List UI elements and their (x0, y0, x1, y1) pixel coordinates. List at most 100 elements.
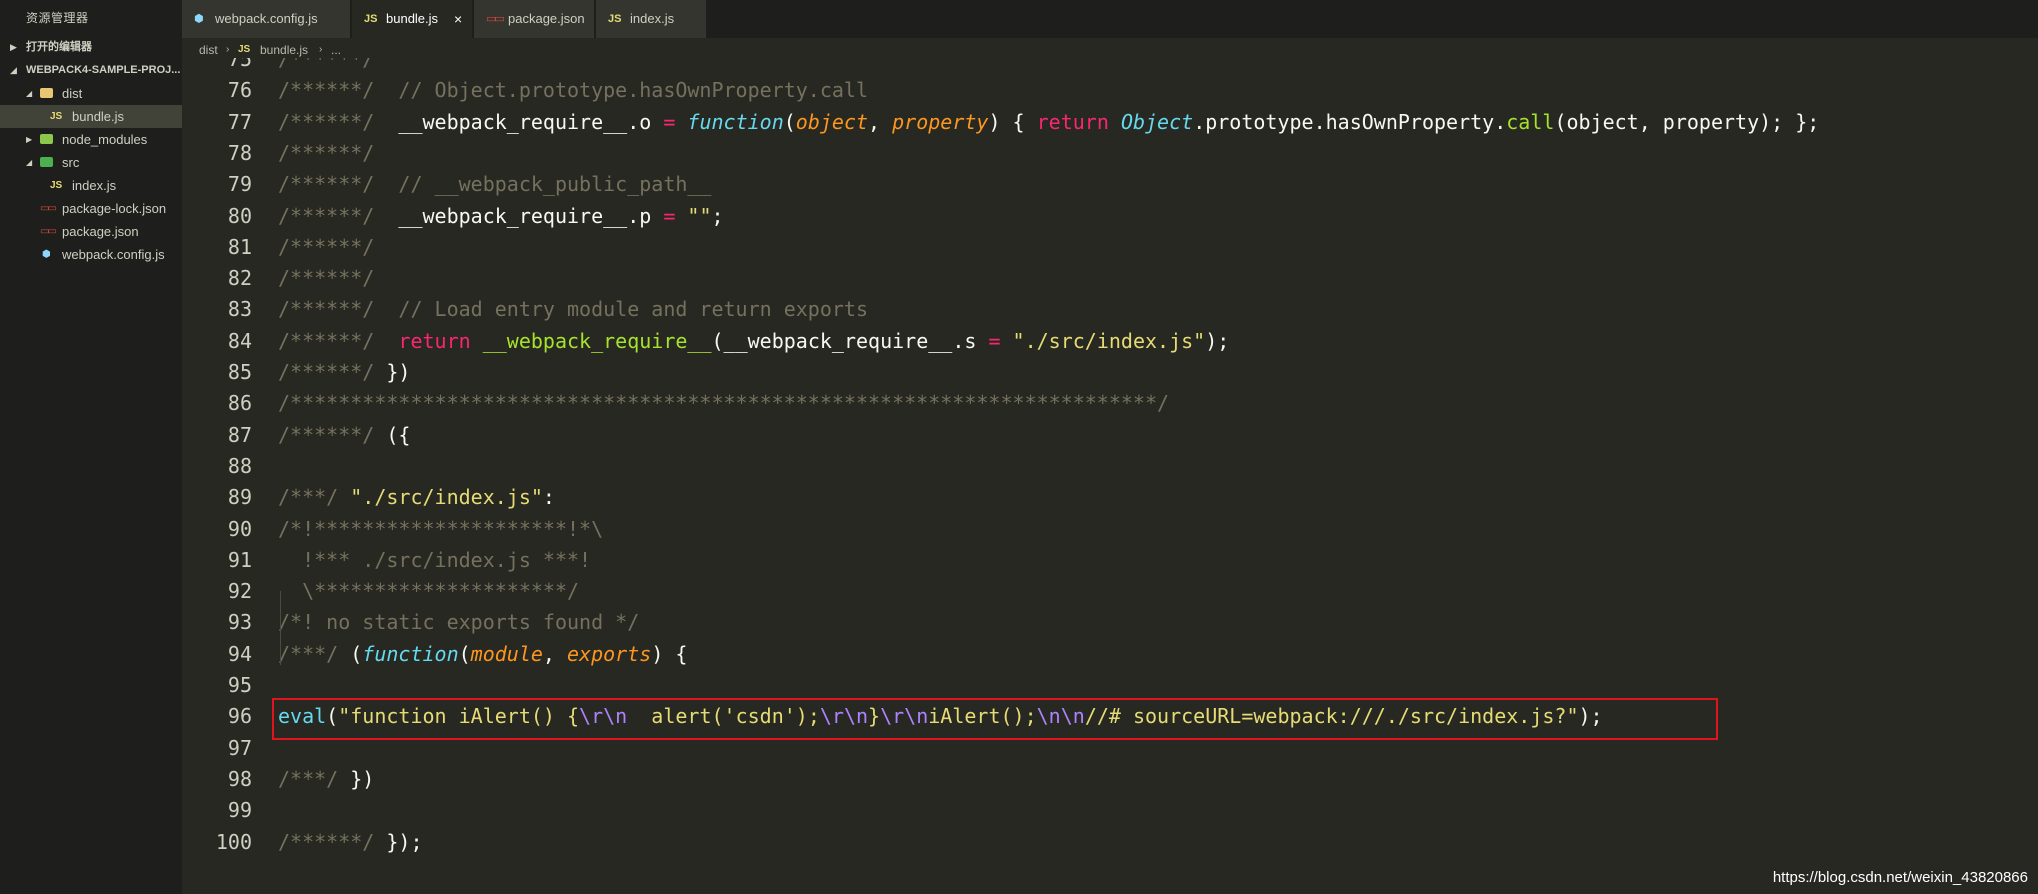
code-text: /******/ (278, 232, 374, 263)
tab-bundle-js[interactable]: JS bundle.js × (352, 0, 472, 38)
js-file-icon: JS (50, 111, 63, 122)
tab-bar: ⬢ webpack.config.js JS bundle.js × ▭▭ pa… (182, 0, 2038, 38)
code-token: /***************************************… (278, 391, 1170, 416)
tree-item-label: dist (62, 86, 83, 101)
code-token: ) { (988, 109, 1037, 134)
code-token: : (542, 485, 555, 510)
code-text: /*!*********************!*\ (278, 514, 603, 545)
code-text: /******/ return __webpack_require__(__we… (278, 326, 1229, 357)
code-line[interactable]: 80 /******/ __webpack_require__.p = ""; (182, 201, 2038, 232)
code-line[interactable]: 86 /*************************************… (182, 388, 2038, 419)
code-line[interactable]: 93 /*! no static exports found */ (182, 607, 2038, 638)
line-number: 81 (227, 234, 252, 259)
code-token: /******/ (278, 360, 387, 384)
code-text: /******/ (278, 263, 374, 294)
tab-package-json[interactable]: ▭▭ package.json (474, 0, 594, 38)
tab-label: index.js (630, 11, 675, 26)
tree-item-index-js[interactable]: JS index.js (0, 174, 182, 197)
tree-item-bundle-js[interactable]: JS bundle.js (0, 105, 182, 128)
code-text: /******/ }) (278, 357, 410, 388)
code-line[interactable]: 78 /******/ (182, 138, 2038, 169)
close-icon[interactable]: × (454, 0, 462, 38)
code-token: /******/ (278, 422, 387, 447)
line-number: 82 (227, 266, 252, 291)
code-line[interactable]: 91 !*** ./src/index.js ***! (182, 545, 2038, 576)
code-token: }); (386, 829, 423, 854)
line-number: 85 (227, 360, 252, 384)
chevron-right-icon: ▶ (26, 135, 33, 144)
code-token: /******/ // Load entry module and return… (278, 297, 869, 322)
project-label: WEBPACK4-SAMPLE-PROJ... (26, 64, 181, 76)
code-line[interactable]: 88 (182, 451, 2038, 482)
project-section[interactable]: ◢ WEBPACK4-SAMPLE-PROJ... (0, 59, 182, 82)
tree-item-dist[interactable]: ◢ dist (0, 82, 182, 105)
open-editors-section[interactable]: ▶ 打开的编辑器 (0, 36, 182, 59)
code-line[interactable]: 98 /***/ }) (182, 764, 2038, 795)
tree-item-src[interactable]: ◢ src (0, 151, 182, 174)
code-token: /******/ (278, 234, 375, 259)
code-line[interactable]: 83 /******/ // Load entry module and retu… (182, 294, 2038, 325)
code-token: = (663, 109, 676, 134)
code-text: /***/ (function(module, exports) { (278, 639, 687, 670)
code-token: \*********************/ (278, 579, 580, 604)
code-line[interactable]: 84 /******/ return __webpack_require__(__… (182, 326, 2038, 357)
code-token: object (795, 109, 869, 134)
code-line[interactable]: 87 /******/ ({ (182, 420, 2038, 451)
tree-item-package-json[interactable]: ▭▭ package.json (0, 220, 182, 243)
tree-item-node-modules[interactable]: ▶ node_modules (0, 128, 182, 151)
tab-index-js[interactable]: JS index.js (596, 0, 706, 38)
tree-item-label: bundle.js (72, 109, 125, 124)
code-line[interactable]: 81 /******/ (182, 232, 2038, 263)
explorer-title: 资源管理器 (26, 11, 89, 25)
code-token: , (868, 109, 893, 134)
watermark: https://blog.csdn.net/weixin_43820866 (1772, 869, 2028, 886)
line-number: 94 (227, 641, 252, 666)
webpack-file-icon: ⬢ (42, 249, 51, 260)
code-token: /******/ // __webpack_public_path__ (278, 172, 712, 197)
line-number: 100 (215, 829, 252, 854)
code-token: function (687, 109, 784, 134)
code-line[interactable]: 92 \*********************/ (182, 576, 2038, 607)
tree-item-package-lock-json[interactable]: ▭▭ package-lock.json (0, 197, 182, 220)
tree-item-webpack-config-js[interactable]: ⬢ webpack.config.js (0, 243, 182, 266)
code-line[interactable]: 94 /***/ (function(module, exports) { (182, 639, 2038, 670)
folder-node-icon (40, 128, 53, 153)
code-text: \*********************/ (278, 576, 579, 607)
code-line[interactable]: 95 (182, 670, 2038, 701)
code-text: /******/ (278, 138, 374, 169)
code-token: return (1036, 109, 1109, 134)
code-token: call (1506, 109, 1555, 134)
code-token: }) (386, 360, 411, 384)
chevron-down-icon: ◢ (26, 89, 33, 98)
code-text: /***************************************… (278, 388, 1169, 419)
folder-dist-icon (40, 82, 53, 107)
code-line[interactable]: 77 /******/ __webpack_require__.o = funct… (182, 107, 2038, 138)
code-text: /******/ ({ (278, 420, 410, 451)
tree-item-label: package.json (62, 224, 139, 239)
line-number: 98 (227, 766, 252, 791)
line-number: 76 (227, 78, 252, 103)
code-line[interactable]: 76 /******/ // Object.prototype.hasOwnPro… (182, 75, 2038, 106)
code-token: /******/ (278, 203, 399, 228)
code-line[interactable]: 89 /***/ "./src/index.js": (182, 482, 2038, 513)
code-line[interactable]: 90 /*!*********************!*\ (182, 514, 2038, 545)
line-number: 90 (227, 516, 252, 541)
line-number: 91 (227, 547, 252, 572)
code-token: Object (1120, 109, 1194, 134)
code-line[interactable]: 85 /******/ }) (182, 357, 2038, 388)
code-editor[interactable]: 75 /******/ 76 /******/ // Object.prototype… (182, 58, 2038, 894)
js-file-icon: JS (364, 13, 378, 25)
code-token: ( (350, 641, 363, 666)
code-line[interactable]: 75 /******/ (182, 58, 2038, 75)
code-line[interactable]: 79 /******/ // __webpack_public_path__ (182, 169, 2038, 200)
code-token: ) { (651, 641, 688, 666)
code-line[interactable]: 82 /******/ (182, 263, 2038, 294)
tab-label: package.json (508, 11, 585, 26)
code-line[interactable]: 99 (182, 795, 2038, 826)
tab-webpack-config-js[interactable]: ⬢ webpack.config.js (182, 0, 350, 38)
code-text: !*** ./src/index.js ***! (278, 545, 591, 576)
code-line[interactable]: 100 /******/ }); (182, 827, 2038, 858)
code-token: /******/ (278, 109, 399, 134)
